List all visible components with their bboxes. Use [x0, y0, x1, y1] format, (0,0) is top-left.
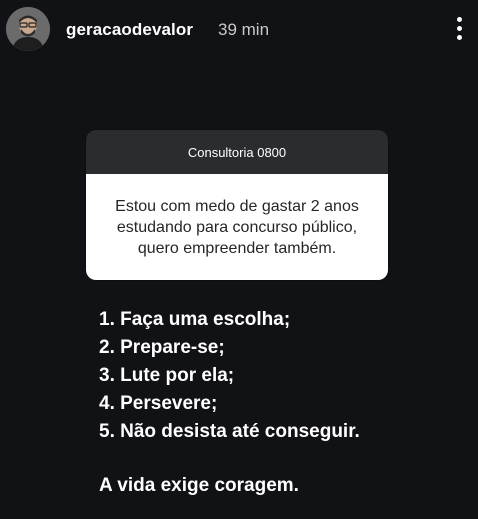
dot	[457, 17, 462, 22]
closing-text: A vida exige coragem.	[99, 475, 299, 496]
answer-line: 5. Não desista até conseguir.	[99, 421, 360, 442]
answer-line: 4. Persevere;	[99, 393, 218, 414]
post-time: 39 min	[218, 20, 270, 39]
vertical-ellipsis-icon[interactable]	[452, 15, 468, 43]
question-sticker-title: Consultoria 0800	[86, 130, 388, 174]
answer-line: 2. Prepare-se;	[99, 337, 225, 358]
username[interactable]: geracaodevalor	[66, 20, 193, 40]
avatar[interactable]	[6, 7, 50, 51]
answer-line: 1. Faça uma escolha;	[99, 309, 291, 330]
answer-list: 1. Faça uma escolha; 2. Prepare-se; 3. L…	[99, 306, 360, 446]
story-header: geracaodevalor 39 min	[0, 0, 478, 62]
dot	[457, 26, 462, 31]
answer-line: 3. Lute por ela;	[99, 365, 235, 386]
dot	[457, 35, 462, 40]
question-text: Estou com medo de gastar 2 anos estudand…	[86, 174, 388, 280]
question-sticker[interactable]: Consultoria 0800 Estou com medo de gasta…	[86, 130, 388, 280]
profile-photo-icon	[6, 7, 50, 51]
